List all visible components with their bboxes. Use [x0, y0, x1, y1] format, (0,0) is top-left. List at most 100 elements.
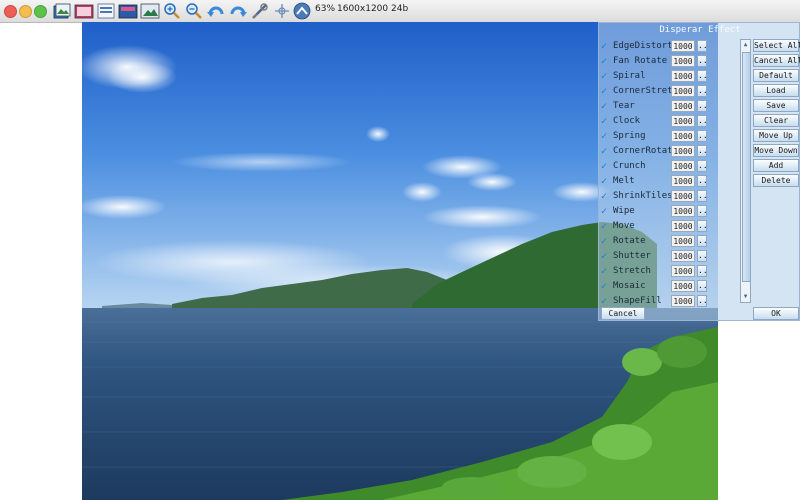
crosshair-icon[interactable] — [272, 2, 292, 20]
cancel-button[interactable]: Cancel — [601, 307, 645, 320]
scrollbar-thumb[interactable] — [742, 52, 751, 282]
more-button[interactable]: .. — [697, 130, 708, 142]
effect-icon[interactable] — [118, 2, 138, 20]
checkbox[interactable]: ✓ — [601, 267, 610, 277]
ok-button[interactable]: OK — [753, 307, 799, 320]
cancel-all-button[interactable]: Cancel All — [753, 54, 800, 67]
list-item[interactable]: ✓ Melt 1000 .. — [599, 174, 739, 189]
more-button[interactable]: .. — [697, 175, 708, 187]
checkbox[interactable]: ✓ — [601, 117, 610, 127]
effect-value-field[interactable]: 1000 — [671, 115, 695, 127]
effect-value-field[interactable]: 1000 — [671, 190, 695, 202]
move-up-button[interactable]: Move Up — [753, 129, 799, 142]
effect-value-field[interactable]: 1000 — [671, 235, 695, 247]
up-arrow-icon[interactable] — [292, 2, 312, 20]
more-button[interactable]: .. — [697, 280, 708, 292]
effect-value-field[interactable]: 1000 — [671, 55, 695, 67]
list-item[interactable]: ✓ Spring 1000 .. — [599, 129, 739, 144]
more-button[interactable]: .. — [697, 160, 708, 172]
effect-value-field[interactable]: 1000 — [671, 175, 695, 187]
more-button[interactable]: .. — [697, 220, 708, 232]
scroll-down-icon[interactable]: ▼ — [742, 293, 749, 301]
checkbox[interactable]: ✓ — [601, 132, 610, 142]
checkbox[interactable]: ✓ — [601, 57, 610, 67]
close-window-button[interactable] — [4, 5, 17, 18]
checkbox[interactable]: ✓ — [601, 207, 610, 217]
list-item[interactable]: ✓ Crunch 1000 .. — [599, 159, 739, 174]
checkbox[interactable]: ✓ — [601, 192, 610, 202]
list-item[interactable]: ✓ Move 1000 .. — [599, 219, 739, 234]
more-button[interactable]: .. — [697, 55, 708, 67]
effect-value-field[interactable]: 1000 — [671, 220, 695, 232]
open-image-icon[interactable] — [52, 2, 72, 20]
effect-value-field[interactable]: 1000 — [671, 145, 695, 157]
effect-value-field[interactable]: 1000 — [671, 295, 695, 307]
more-button[interactable]: .. — [697, 235, 708, 247]
load-button[interactable]: Load — [753, 84, 799, 97]
more-button[interactable]: .. — [697, 70, 708, 82]
clear-button[interactable]: Clear — [753, 114, 799, 127]
delete-button[interactable]: Delete — [753, 174, 799, 187]
checkbox[interactable]: ✓ — [601, 147, 610, 157]
effect-value-field[interactable]: 1000 — [671, 130, 695, 142]
checkbox[interactable]: ✓ — [601, 72, 610, 82]
more-button[interactable]: .. — [697, 190, 708, 202]
more-button[interactable]: .. — [697, 115, 708, 127]
rotate-left-icon[interactable] — [206, 2, 226, 20]
effect-value-field[interactable]: 1000 — [671, 250, 695, 262]
more-button[interactable]: .. — [697, 85, 708, 97]
effect-value-field[interactable]: 1000 — [671, 85, 695, 97]
more-button[interactable]: .. — [697, 40, 708, 52]
effect-value-field[interactable]: 1000 — [671, 100, 695, 112]
move-down-button[interactable]: Move Down — [753, 144, 799, 157]
save-button[interactable]: Save — [753, 99, 799, 112]
default-button[interactable]: Default — [753, 69, 799, 82]
effect-list-scrollbar[interactable]: ▲ ▼ — [740, 39, 751, 303]
minimize-window-button[interactable] — [19, 5, 32, 18]
effect-value-field[interactable]: 1000 — [671, 160, 695, 172]
add-button[interactable]: Add — [753, 159, 799, 172]
more-button[interactable]: .. — [697, 295, 708, 307]
list-item[interactable]: ✓ ShrinkTiles 1000 .. — [599, 189, 739, 204]
zoom-in-icon[interactable] — [162, 2, 182, 20]
more-button[interactable]: .. — [697, 145, 708, 157]
more-button[interactable]: .. — [697, 265, 708, 277]
zoom-out-icon[interactable] — [184, 2, 204, 20]
list-item[interactable]: ✓ Shutter 1000 .. — [599, 249, 739, 264]
list-item[interactable]: ✓ EdgeDistort 1000 .. — [599, 39, 739, 54]
list-item[interactable]: ✓ Mosaic 1000 .. — [599, 279, 739, 294]
effect-value-field[interactable]: 1000 — [671, 40, 695, 52]
select-all-button[interactable]: Select All — [753, 39, 800, 52]
list-item[interactable]: ✓ Rotate 1000 .. — [599, 234, 739, 249]
list-item[interactable]: ✓ Tear 1000 .. — [599, 99, 739, 114]
list-item[interactable]: ✓ Wipe 1000 .. — [599, 204, 739, 219]
list-item[interactable]: ✓ CornerStretch 1000 .. — [599, 84, 739, 99]
checkbox[interactable]: ✓ — [601, 237, 610, 247]
scroll-up-icon[interactable]: ▲ — [742, 41, 749, 49]
checkbox[interactable]: ✓ — [601, 222, 610, 232]
rotate-right-icon[interactable] — [228, 2, 248, 20]
tools-icon[interactable] — [250, 2, 270, 20]
list-item[interactable]: ✓ Fan Rotate 1000 .. — [599, 54, 739, 69]
list-item[interactable]: ✓ Clock 1000 .. — [599, 114, 739, 129]
browse-icon[interactable] — [96, 2, 116, 20]
checkbox[interactable]: ✓ — [601, 177, 610, 187]
effect-value-field[interactable]: 1000 — [671, 70, 695, 82]
effect-value-field[interactable]: 1000 — [671, 280, 695, 292]
list-item[interactable]: ✓ Spiral 1000 .. — [599, 69, 739, 84]
checkbox[interactable]: ✓ — [601, 297, 610, 307]
list-item[interactable]: ✓ CornerRotate 1000 .. — [599, 144, 739, 159]
list-item[interactable]: ✓ Stretch 1000 .. — [599, 264, 739, 279]
checkbox[interactable]: ✓ — [601, 252, 610, 262]
checkbox[interactable]: ✓ — [601, 42, 610, 52]
checkbox[interactable]: ✓ — [601, 282, 610, 292]
more-button[interactable]: .. — [697, 100, 708, 112]
checkbox[interactable]: ✓ — [601, 87, 610, 97]
more-button[interactable]: .. — [697, 205, 708, 217]
more-button[interactable]: .. — [697, 250, 708, 262]
effect-value-field[interactable]: 1000 — [671, 205, 695, 217]
slideshow-icon[interactable] — [74, 2, 94, 20]
effect-value-field[interactable]: 1000 — [671, 265, 695, 277]
checkbox[interactable]: ✓ — [601, 102, 610, 112]
zoom-window-button[interactable] — [34, 5, 47, 18]
